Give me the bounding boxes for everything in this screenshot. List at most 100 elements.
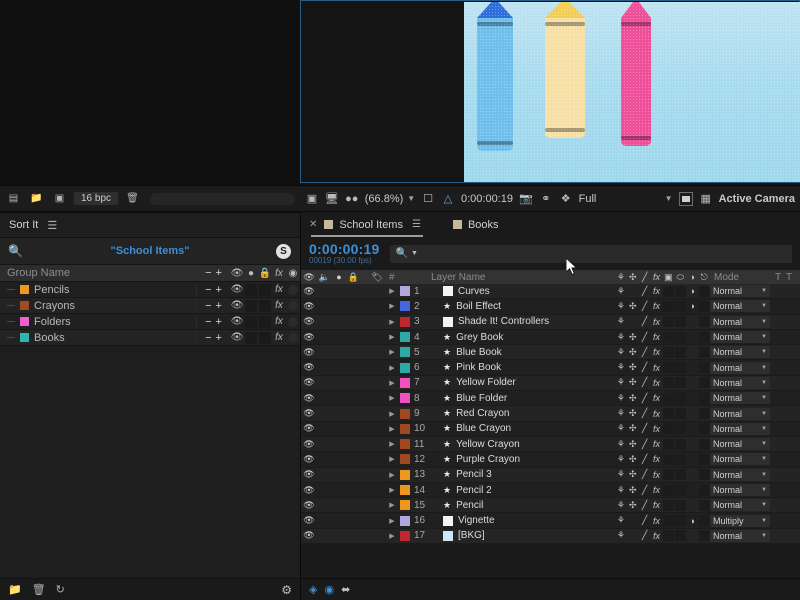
3d-layer-cell[interactable] xyxy=(699,347,710,358)
table-row[interactable]: 👁▶12★Purple Crayon⚘✣╱fxNormal▼ xyxy=(301,452,800,467)
lock-toggle-cell[interactable] xyxy=(346,470,361,480)
layer-switches[interactable]: ⚘╱fx◑ xyxy=(615,286,710,297)
blend-mode-select[interactable]: Normal▼ xyxy=(710,438,770,450)
collapse-switch[interactable]: ✣ xyxy=(627,332,639,343)
expand-triangle-icon[interactable]: ▶ xyxy=(386,348,398,356)
minus-button[interactable]: − xyxy=(205,316,211,328)
frame-blend-cell[interactable] xyxy=(663,423,674,434)
shy-switch[interactable]: ⚘ xyxy=(615,423,627,434)
audio-toggle-cell[interactable] xyxy=(317,531,332,541)
panel-menu-icon[interactable]: ☰ xyxy=(412,219,421,230)
lock-toggle-cell[interactable] xyxy=(346,378,361,388)
label-color-swatch[interactable] xyxy=(398,393,411,403)
channel-rgb-icon[interactable]: ❖ xyxy=(559,192,573,206)
blend-mode-select[interactable]: Normal▼ xyxy=(710,499,770,511)
layer-switches[interactable]: ⚘✣╱fx◑ xyxy=(615,301,710,312)
group-color-swatch[interactable] xyxy=(20,317,29,326)
blend-mode-select[interactable]: Normal▼ xyxy=(710,453,770,465)
shy-toggle[interactable] xyxy=(286,282,300,297)
group-plus-minus[interactable]: −+ xyxy=(196,316,230,328)
solo-toggle-cell[interactable] xyxy=(332,424,346,434)
audio-toggle-cell[interactable] xyxy=(317,363,332,373)
frame-blend-cell[interactable] xyxy=(663,530,674,541)
audio-toggle-cell[interactable] xyxy=(317,409,332,419)
label-color-swatch[interactable] xyxy=(398,439,411,449)
lock-toggle-cell[interactable] xyxy=(346,424,361,434)
fx-switch[interactable]: fx xyxy=(651,301,663,311)
video-toggle-eye-icon[interactable]: 👁 xyxy=(301,377,317,388)
solo-toggle-cell[interactable] xyxy=(332,378,346,388)
label-color-swatch[interactable] xyxy=(398,424,411,434)
expand-triangle-icon[interactable]: ▶ xyxy=(386,379,398,387)
label-color-swatch[interactable] xyxy=(398,531,411,541)
motion-blur-cell[interactable] xyxy=(675,485,686,496)
graph-editor-icon[interactable]: ◉ xyxy=(324,583,334,596)
blend-mode-select[interactable]: Normal▼ xyxy=(710,300,770,312)
frame-blend-cell[interactable] xyxy=(663,316,674,327)
table-row[interactable]: 👁▶2★Boil Effect⚘✣╱fx◑Normal▼ xyxy=(301,299,800,314)
shy-switch[interactable]: ⚘ xyxy=(615,362,627,373)
timeline-tabs[interactable]: ✕ School Items ☰ Books xyxy=(301,212,800,237)
solo-toggle-cell[interactable] xyxy=(332,516,346,526)
frame-blend-cell[interactable] xyxy=(663,362,674,373)
video-toggle-eye-icon[interactable]: 👁 xyxy=(301,515,317,526)
video-toggle-eye-icon[interactable]: 👁 xyxy=(301,393,317,404)
solo-toggle-cell[interactable] xyxy=(332,301,346,311)
eye-icon[interactable]: 👁 xyxy=(230,282,244,297)
lock-toggle-cell[interactable] xyxy=(346,363,361,373)
3d-layer-cell[interactable] xyxy=(699,393,710,404)
quality-switch[interactable]: ╱ xyxy=(639,515,651,526)
group-color-swatch[interactable] xyxy=(20,285,29,294)
current-time-display[interactable]: 0:00:00:19 00019 (30.00 fps) xyxy=(309,242,380,265)
monitor-icon[interactable]: 🖥 xyxy=(325,192,339,206)
layer-switches[interactable]: ⚘✣╱fx xyxy=(615,408,710,419)
group-plus-minus[interactable]: −+ xyxy=(196,300,230,312)
lock-toggle-cell[interactable] xyxy=(346,347,361,357)
minus-button[interactable]: − xyxy=(205,332,211,344)
label-color-swatch[interactable] xyxy=(398,363,411,373)
layer-name-cell[interactable]: ★Yellow Crayon xyxy=(443,439,615,450)
collapse-switch[interactable]: ✣ xyxy=(627,469,639,480)
expand-triangle-icon[interactable]: ▶ xyxy=(386,455,398,463)
shy-toggle[interactable] xyxy=(286,298,300,313)
frame-blend-cell[interactable] xyxy=(663,301,674,312)
layer-name-cell[interactable]: [BKG] xyxy=(443,530,615,541)
timeline-search-input[interactable]: 🔍 ▼ xyxy=(390,245,793,263)
solo-toggle-cell[interactable] xyxy=(332,363,346,373)
fx-switch[interactable]: fx xyxy=(651,424,663,434)
label-color-swatch[interactable] xyxy=(398,454,411,464)
audio-toggle-cell[interactable] xyxy=(317,516,332,526)
video-toggle-eye-icon[interactable]: 👁 xyxy=(301,485,317,496)
shy-switch[interactable]: ⚘ xyxy=(615,377,627,388)
toggle-mask-icon[interactable] xyxy=(679,192,693,206)
table-row[interactable]: 👁▶15★Pencil⚘✣╱fxNormal▼ xyxy=(301,498,800,513)
3d-layer-cell[interactable] xyxy=(699,530,710,541)
project-toolbar[interactable]: ▤ 📁 ▣ 16 bpc 🗑 xyxy=(0,185,300,211)
table-row[interactable]: 👁▶10★Blue Crayon⚘✣╱fxNormal▼ xyxy=(301,422,800,437)
quality-switch[interactable]: ╱ xyxy=(639,301,651,312)
solo-toggle-cell[interactable] xyxy=(332,393,346,403)
frame-blend-cell[interactable] xyxy=(663,454,674,465)
frame-blend-cell[interactable] xyxy=(663,377,674,388)
quality-switch[interactable]: ╱ xyxy=(639,362,651,373)
table-row[interactable]: 👁▶3Shade It! Controllers⚘╱fxNormal▼ xyxy=(301,315,800,330)
sort-it-search-row[interactable]: 🔍 "School Items" S xyxy=(0,238,300,265)
table-row[interactable]: 👁▶11★Yellow Crayon⚘✣╱fxNormal▼ xyxy=(301,437,800,452)
3d-layer-cell[interactable] xyxy=(699,500,710,511)
expand-triangle-icon[interactable]: ▶ xyxy=(386,501,398,509)
label-color-swatch[interactable] xyxy=(398,470,411,480)
group-row[interactable]: Folders−+👁fx xyxy=(0,314,300,330)
footage-thumbnail-icon[interactable]: ▣ xyxy=(51,192,68,206)
lock-toggle-cell[interactable] xyxy=(346,286,361,296)
fx-switch[interactable]: fx xyxy=(651,439,663,449)
layer-name-cell[interactable]: ★Yellow Folder xyxy=(443,377,615,388)
3d-layer-cell[interactable] xyxy=(699,316,710,327)
layer-switches[interactable]: ⚘✣╱fx xyxy=(615,469,710,480)
plus-button[interactable]: + xyxy=(216,300,222,312)
layer-name-cell[interactable]: ★Pencil 3 xyxy=(443,469,615,480)
layer-name-cell[interactable]: ★Purple Crayon xyxy=(443,454,615,465)
layer-switches[interactable]: ⚘✣╱fx xyxy=(615,347,710,358)
fx-toggle[interactable]: fx xyxy=(272,330,286,345)
label-color-swatch[interactable] xyxy=(398,516,411,526)
zoom-level-select[interactable]: (66.8%) ▼ xyxy=(365,193,415,205)
